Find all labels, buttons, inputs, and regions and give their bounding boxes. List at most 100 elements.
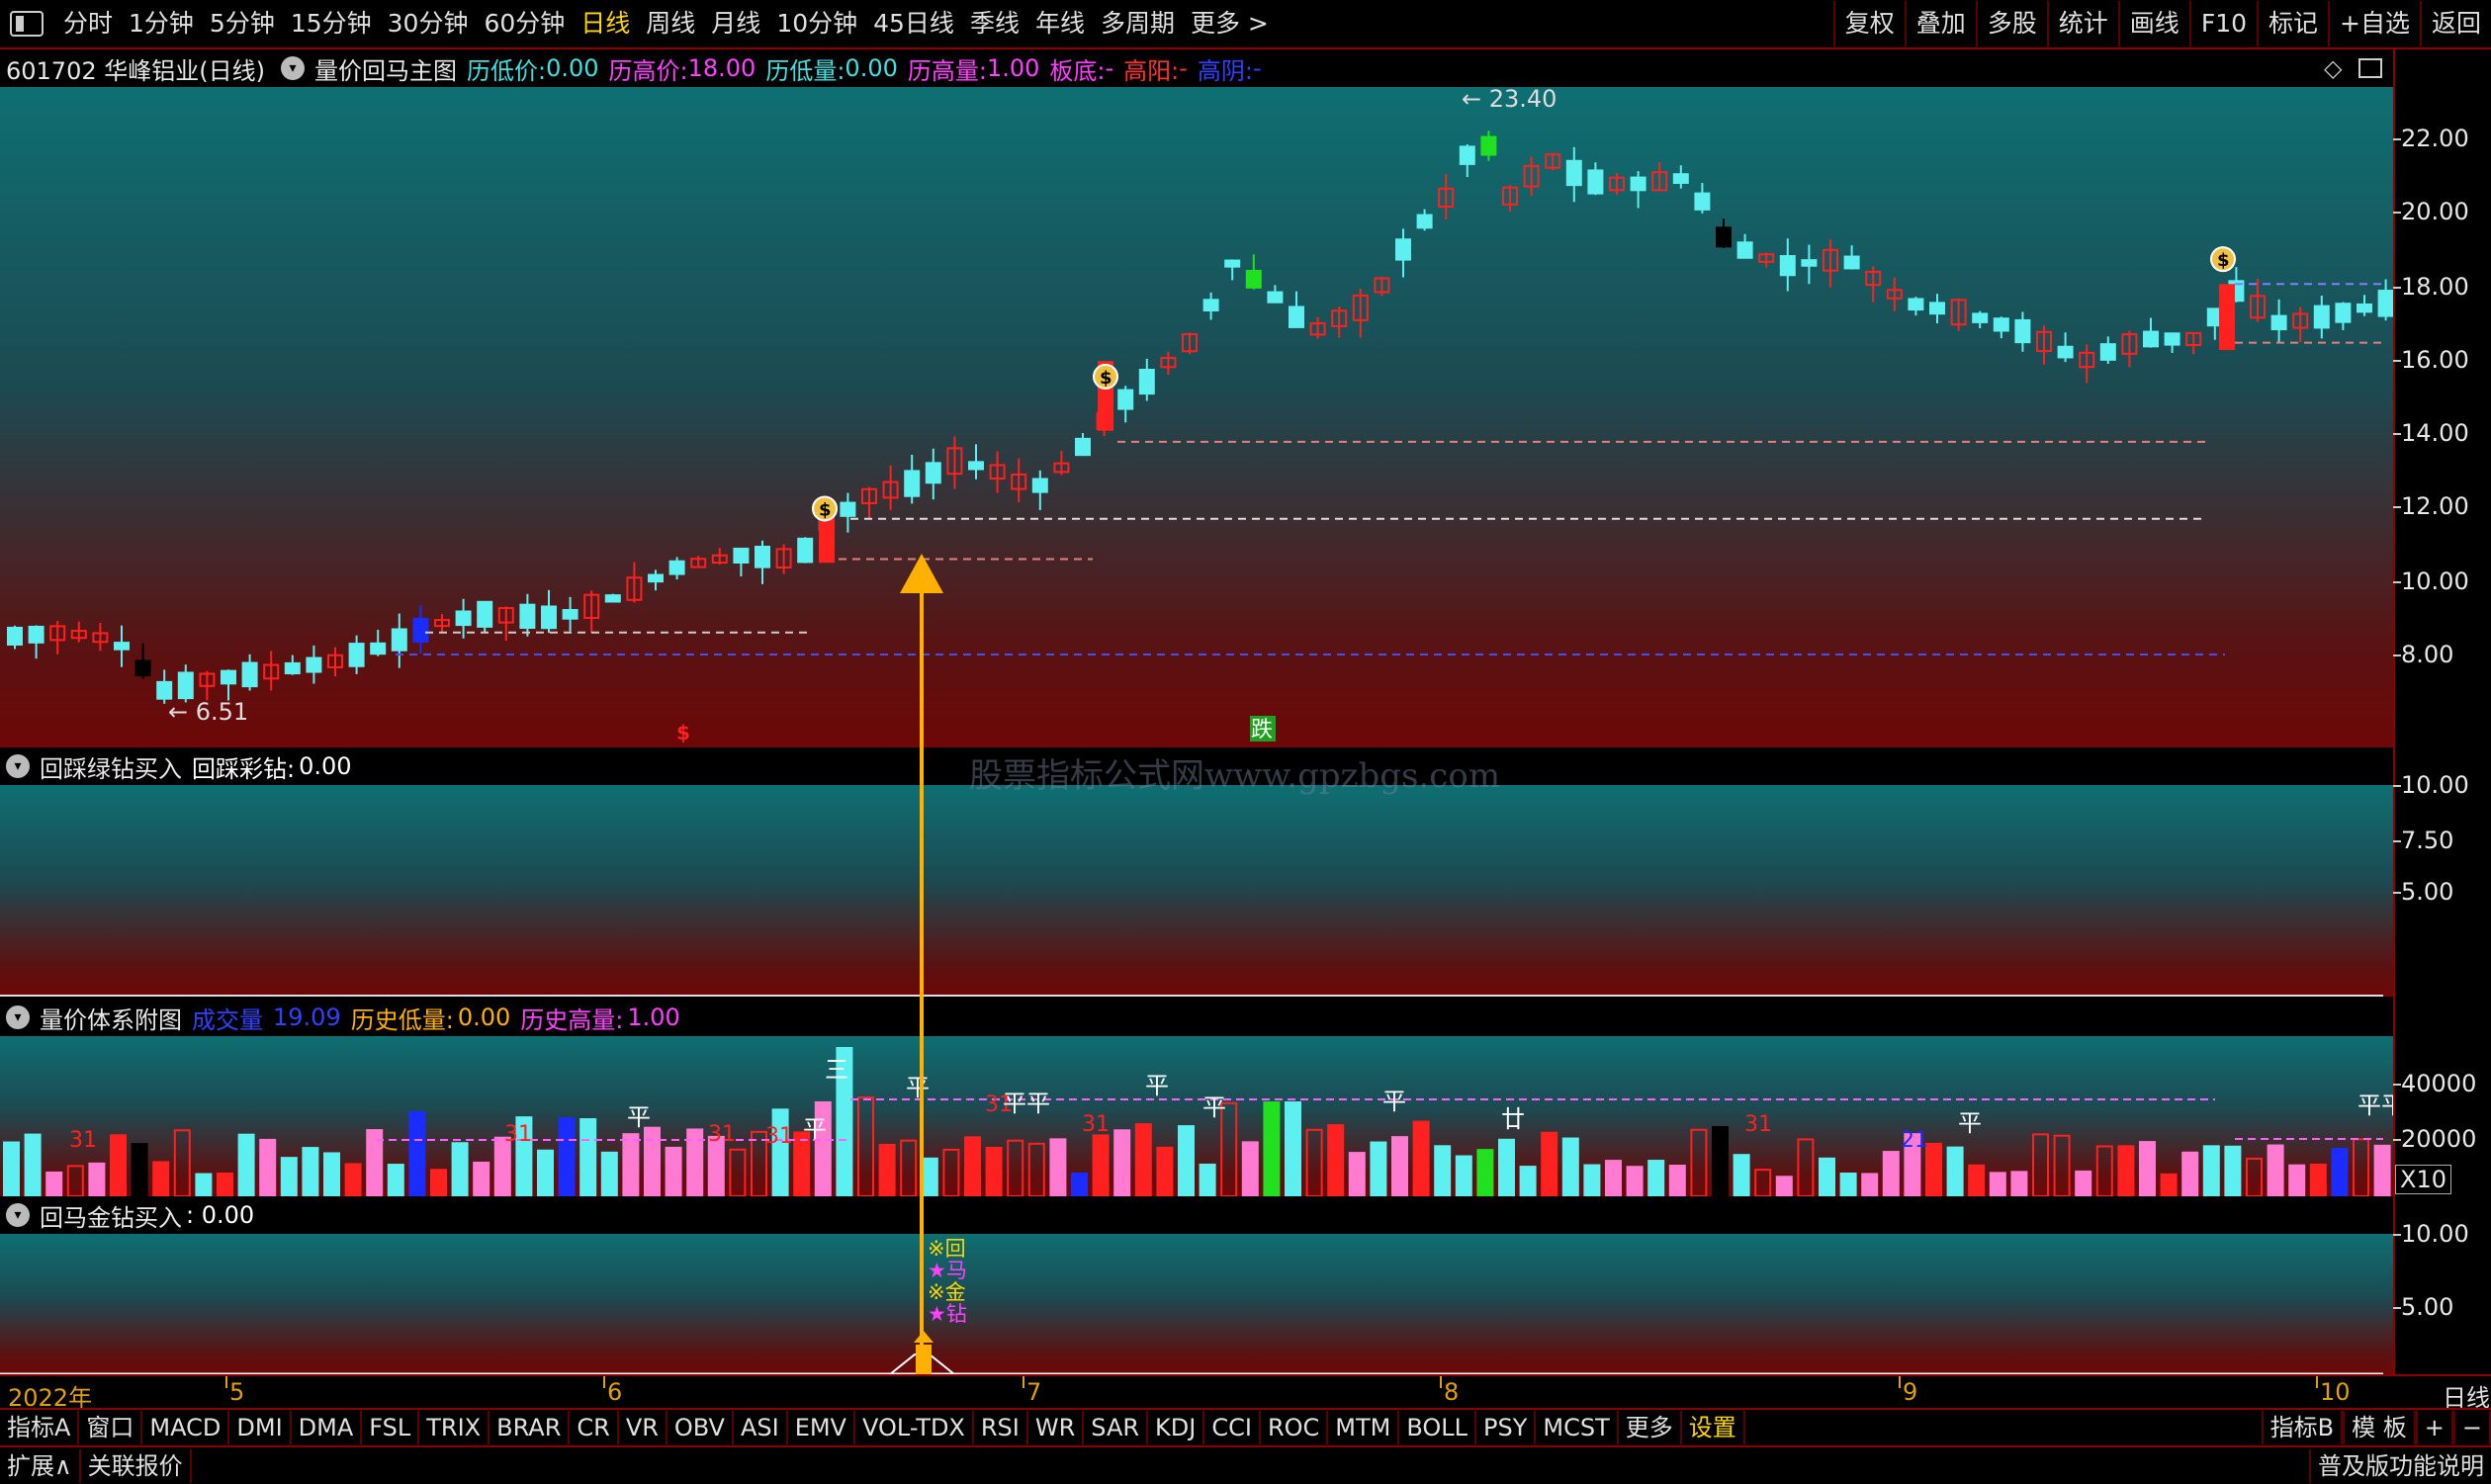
hist-high-volume-label: 历史高量: (520, 1005, 624, 1034)
toolbar-button-7[interactable]: +自选 (2328, 1, 2420, 46)
volume-bar (1071, 1172, 1088, 1196)
help-button[interactable]: 普及版功能说明 (2309, 1448, 2491, 1483)
volume-bar (2353, 1138, 2369, 1196)
date-tick (603, 1376, 605, 1388)
hist-high-vol: 1.00 (986, 54, 1040, 82)
indicator-tab-4[interactable]: DMA (292, 1411, 363, 1444)
volume-bar (259, 1138, 277, 1196)
related-quote-button[interactable]: 关联报价 (81, 1448, 192, 1483)
indicator-tab-6[interactable]: TRIX (419, 1411, 490, 1444)
volume-count-label: 31 (504, 1122, 532, 1147)
indicator-tab-24[interactable]: 更多 (1619, 1411, 1682, 1444)
indicator-tab-20[interactable]: MTM (1328, 1411, 1400, 1444)
period-tab-0[interactable]: 分时 (55, 0, 121, 48)
indicator-tab-7[interactable]: BRAR (489, 1411, 571, 1444)
window-icon[interactable] (2358, 58, 2382, 78)
period-tab-2[interactable]: 5分钟 (202, 0, 283, 48)
indicator-tab-12[interactable]: EMV (788, 1411, 855, 1444)
period-tab-1[interactable]: 1分钟 (121, 0, 202, 48)
panel2-title[interactable]: 回踩绿钻买入 (40, 749, 182, 784)
period-tab-9[interactable]: 10分钟 (768, 0, 865, 48)
stock-title[interactable]: 601702 华峰铝业(日线) (6, 51, 265, 86)
indicator-tab-23[interactable]: MCST (1536, 1411, 1619, 1444)
volume-bar (237, 1133, 255, 1196)
collapse-icon[interactable]: ▾ (280, 56, 305, 80)
candle-body (2313, 305, 2330, 329)
volume-signal-label: 平 (1202, 1093, 1226, 1121)
indicator-tab-14[interactable]: RSI (974, 1411, 1028, 1444)
collapse-icon[interactable]: ▾ (6, 1005, 30, 1029)
indicator-name[interactable]: 量价回马主图 (314, 51, 457, 86)
indicator-tab-0[interactable]: 指标A (0, 1411, 80, 1444)
volume-signal-label: 廿 (1501, 1105, 1525, 1133)
candle-body (2164, 332, 2180, 346)
indicator-tab-3[interactable]: DMI (229, 1411, 292, 1444)
candle-body (2377, 290, 2393, 317)
volume-signal-label: 平 (627, 1103, 651, 1131)
indicator-tab-2[interactable]: MACD (142, 1411, 230, 1444)
indicator-tab-25[interactable]: 设置 (1682, 1411, 1745, 1444)
indicator-tab-11[interactable]: ASI (734, 1411, 788, 1444)
period-tab-3[interactable]: 15分钟 (283, 0, 380, 48)
indicator-tab-10[interactable]: OBV (667, 1411, 734, 1444)
period-tab-6[interactable]: 日线 (573, 0, 638, 48)
indicator-tab-15[interactable]: WR (1028, 1411, 1085, 1444)
volume-signal-label: 平平 (2358, 1091, 2393, 1119)
menu-icon[interactable] (10, 11, 44, 37)
candle-body (1972, 312, 1989, 323)
period-tab-14[interactable]: 更多 > (1183, 0, 1277, 48)
indicator-tab-8[interactable]: CR (570, 1411, 619, 1444)
period-tab-7[interactable]: 周线 (638, 0, 703, 48)
period-tab-13[interactable]: 多周期 (1093, 0, 1183, 48)
indicator-right-2[interactable]: + (2415, 1411, 2453, 1444)
indicator-tab-1[interactable]: 窗口 (79, 1411, 143, 1444)
period-tab-10[interactable]: 45日线 (865, 0, 962, 48)
panel2-scale-label: 7.50 (2401, 827, 2454, 854)
toolbar-button-5[interactable]: F10 (2188, 1, 2257, 46)
volume-bar (1797, 1138, 1815, 1196)
signal-chart[interactable]: ※回★马※金★钻 (0, 1234, 2393, 1374)
candlestick-chart[interactable]: $ $ $ ← 23.40 ← 6.51 $ 跌 (0, 87, 2393, 747)
expand-button[interactable]: 扩展∧ (0, 1448, 81, 1483)
indicator-tab-21[interactable]: BOLL (1399, 1411, 1477, 1444)
indicator-tab-19[interactable]: ROC (1261, 1411, 1329, 1444)
indicator-right-0[interactable]: 指标B (2261, 1411, 2344, 1444)
toolbar-button-6[interactable]: 标记 (2257, 1, 2328, 46)
date-month-10: 10 (2320, 1378, 2351, 1406)
period-tab-8[interactable]: 月线 (703, 0, 768, 48)
indicator-tab-5[interactable]: FSL (362, 1411, 420, 1444)
scale-tick (2393, 287, 2401, 289)
candle-body (904, 470, 921, 497)
candle-body (1289, 306, 1304, 328)
period-tab-4[interactable]: 30分钟 (380, 0, 477, 48)
toolbar-button-2[interactable]: 多股 (1975, 1, 2047, 46)
candle-body (968, 461, 984, 471)
panel4-title[interactable]: 回马金钻买入 (40, 1198, 182, 1233)
volume-chart[interactable]: 3131313131312131平平平平平平平平平平平三廿 (0, 1036, 2393, 1196)
hist-low-volume-label: 历史低量: (350, 1005, 454, 1034)
toolbar-button-1[interactable]: 叠加 (1904, 1, 1976, 46)
indicator-tab-22[interactable]: PSY (1476, 1411, 1537, 1444)
collapse-icon[interactable]: ▾ (6, 754, 30, 778)
volume-bar (644, 1126, 661, 1196)
period-tab-12[interactable]: 年线 (1027, 0, 1093, 48)
collapse-icon[interactable]: ▾ (6, 1203, 30, 1227)
toolbar-button-3[interactable]: 统计 (2046, 1, 2118, 46)
candle-body (391, 628, 407, 652)
toolbar-button-4[interactable]: 画线 (2117, 1, 2189, 46)
indicator-tab-9[interactable]: VR (619, 1411, 667, 1444)
indicator-right-3[interactable]: − (2452, 1411, 2491, 1444)
scale-tick (2393, 506, 2401, 508)
period-tab-11[interactable]: 季线 (962, 0, 1027, 48)
indicator-tab-16[interactable]: SAR (1084, 1411, 1149, 1444)
diamond-icon[interactable]: ◇ (2324, 54, 2342, 82)
date-tick (2316, 1376, 2318, 1388)
indicator-tab-13[interactable]: VOL-TDX (855, 1411, 974, 1444)
period-tab-5[interactable]: 60分钟 (476, 0, 573, 48)
indicator-right-1[interactable]: 模 板 (2343, 1411, 2416, 1444)
panel3-title[interactable]: 量价体系附图 (40, 1001, 182, 1035)
indicator-tab-18[interactable]: CCI (1204, 1411, 1261, 1444)
indicator-tab-17[interactable]: KDJ (1148, 1411, 1205, 1444)
toolbar-button-0[interactable]: 复权 (1832, 1, 1905, 46)
toolbar-button-8[interactable]: 返回 (2419, 1, 2491, 46)
